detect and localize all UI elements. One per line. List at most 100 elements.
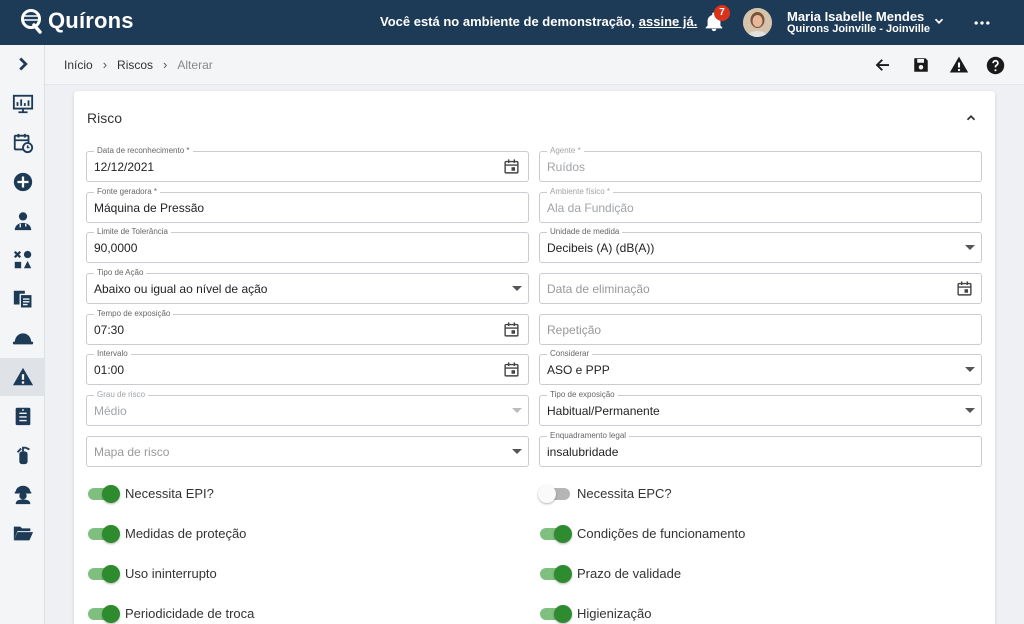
legal-framework-field[interactable]: Enquadramento legal insalubridade — [539, 431, 982, 467]
toggle-label: Higienização — [577, 606, 652, 621]
warning-icon — [949, 56, 969, 73]
back-button[interactable] — [872, 54, 894, 76]
field-label: Fonte geradora * — [94, 187, 161, 197]
save-button[interactable] — [910, 54, 932, 76]
agent-field[interactable]: Agente * Ruídos — [539, 146, 982, 182]
breadcrumb-home[interactable]: Início — [64, 58, 93, 72]
calendar-icon[interactable] — [956, 280, 973, 297]
sidebar-item-workers[interactable] — [0, 475, 45, 513]
user-photo-icon — [743, 8, 772, 37]
sidebar-item-files[interactable] — [0, 514, 45, 552]
chevron-down-icon[interactable] — [932, 14, 946, 28]
toggle-switch[interactable] — [540, 524, 572, 543]
toggle-switch[interactable] — [88, 524, 120, 543]
quirons-logo-icon — [21, 9, 42, 34]
brand-name: Quírons — [48, 8, 134, 33]
warning-icon — [12, 367, 33, 386]
measure-unit-select[interactable]: Unidade de medida Decibeis (A) (dB(A)) — [539, 227, 982, 263]
recognition-date-field[interactable]: Data de reconhecimento * 12/12/2021 — [86, 146, 529, 182]
extinguisher-icon — [16, 446, 30, 465]
repetition-field[interactable]: Repetição — [539, 314, 982, 345]
field-value: 12/12/2021 — [94, 160, 155, 174]
toggle-switch[interactable] — [88, 484, 120, 503]
field-label: Tipo de Ação — [94, 268, 147, 278]
field-value: ASO e PPP — [547, 363, 610, 377]
sidebar-item-dashboard[interactable] — [0, 85, 45, 123]
toggle-switch[interactable] — [88, 564, 120, 583]
sidebar-expand-button[interactable] — [0, 45, 45, 83]
sidebar-item-categories[interactable] — [0, 241, 45, 279]
toggle-needs-epi[interactable]: Necessita EPI? — [88, 484, 214, 503]
consider-select[interactable]: Considerar ASO e PPP — [539, 349, 982, 385]
card-title: Risco — [87, 110, 123, 126]
interval-field[interactable]: Intervalo 01:00 — [86, 349, 529, 385]
folder-icon — [13, 526, 33, 541]
toggle-switch[interactable] — [538, 484, 570, 503]
elimination-date-field[interactable]: Data de eliminação — [539, 273, 982, 304]
toggle-label: Necessita EPC? — [577, 486, 672, 501]
avatar[interactable] — [743, 8, 772, 37]
sidebar-item-schedule[interactable] — [0, 124, 45, 162]
chevron-up-icon[interactable] — [964, 111, 978, 125]
toggle-label: Necessita EPI? — [125, 486, 214, 501]
toggle-protection-measures[interactable]: Medidas de proteção — [88, 524, 247, 543]
toggle-needs-epc[interactable]: Necessita EPC? — [538, 484, 672, 503]
worker-icon — [14, 485, 31, 505]
field-placeholder: Mapa de risco — [94, 445, 170, 459]
sidebar-item-epi[interactable] — [0, 319, 45, 357]
calendar-icon[interactable] — [503, 158, 520, 175]
brand-logo[interactable]: Quírons — [20, 8, 134, 34]
exposure-time-field[interactable]: Tempo de exposição 07:30 — [86, 309, 529, 345]
field-value: Máquina de Pressão — [94, 201, 205, 215]
toggle-switch[interactable] — [540, 564, 572, 583]
user-company: Quirons Joinville - Joinville — [787, 23, 931, 35]
clipboard-icon — [15, 407, 30, 426]
demo-message: Você está no ambiente de demonstração, as… — [380, 14, 697, 29]
toggle-switch[interactable] — [540, 604, 572, 623]
sidebar-item-add[interactable] — [0, 163, 45, 201]
toggle-label: Condições de funcionamento — [577, 526, 746, 541]
sidebar-item-forms[interactable] — [0, 397, 45, 435]
field-value: 90,0000 — [94, 241, 138, 255]
chevron-right-icon — [18, 57, 28, 71]
field-value: Ruídos — [547, 160, 586, 174]
dropdown-caret-icon — [965, 408, 975, 413]
sidebar-item-medical[interactable] — [0, 202, 45, 240]
helmet-icon — [12, 333, 33, 345]
toggle-sanitization[interactable]: Higienização — [540, 604, 652, 623]
field-label: Considerar — [547, 349, 593, 359]
tolerance-limit-field[interactable]: Limite de Tolerância 90,0000 — [86, 227, 529, 263]
documents-icon — [13, 290, 33, 309]
toggle-label: Medidas de proteção — [125, 526, 247, 541]
risk-card: Risco Data de reconhecimento * 12/12/202… — [74, 91, 995, 624]
alert-button[interactable] — [948, 54, 970, 76]
field-value: 01:00 — [94, 363, 125, 377]
toggle-operating-conditions[interactable]: Condições de funcionamento — [540, 524, 746, 543]
risk-degree-select[interactable]: Grau de risco Médio — [86, 390, 529, 426]
calendar-icon[interactable] — [503, 361, 520, 378]
floppy-disk-icon — [914, 58, 928, 72]
sidebar-item-risks[interactable] — [0, 358, 45, 396]
breadcrumb-section[interactable]: Riscos — [117, 58, 153, 72]
physical-environment-field[interactable]: Ambiente físico * Ala da Fundição — [539, 187, 982, 223]
toggle-replacement-frequency[interactable]: Periodicidade de troca — [88, 604, 255, 623]
exposure-type-select[interactable]: Tipo de exposição Habitual/Permanente — [539, 390, 982, 426]
calendar-icon[interactable] — [503, 321, 520, 338]
toggle-label: Uso ininterrupto — [125, 566, 217, 581]
action-type-select[interactable]: Tipo de Ação Abaixo ou igual ao nível de… — [86, 268, 529, 304]
more-options-icon[interactable] — [972, 13, 992, 33]
risk-map-select[interactable]: Mapa de risco — [86, 436, 529, 467]
source-field[interactable]: Fonte geradora * Máquina de Pressão — [86, 187, 529, 223]
subscribe-link[interactable]: assine já. — [639, 14, 698, 29]
chevron-right-icon: › — [163, 57, 168, 72]
toggle-switch[interactable] — [88, 604, 120, 623]
help-button[interactable] — [984, 54, 1006, 76]
toggle-validity-period[interactable]: Prazo de validade — [540, 564, 681, 583]
toggle-uninterrupted-use[interactable]: Uso ininterrupto — [88, 564, 217, 583]
user-name[interactable]: Maria Isabelle Mendes — [787, 9, 924, 24]
field-value: insalubridade — [547, 445, 619, 459]
field-label: Tipo de exposição — [547, 390, 618, 400]
toggle-label: Periodicidade de troca — [125, 606, 255, 621]
sidebar-item-documents[interactable] — [0, 280, 45, 318]
sidebar-item-fire[interactable] — [0, 436, 45, 474]
